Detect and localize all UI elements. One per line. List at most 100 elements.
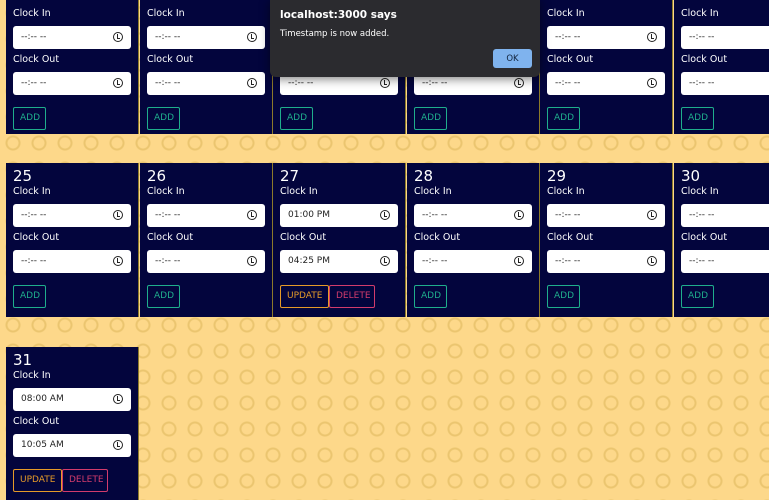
clock-in-input[interactable]: --:-- -- (681, 204, 769, 227)
dialog-ok-button[interactable]: OK (493, 49, 532, 68)
clock-icon[interactable] (113, 440, 123, 450)
clock-in-label: Clock In (280, 186, 318, 197)
add-button[interactable]: ADD (547, 285, 580, 308)
clock-icon[interactable] (647, 210, 657, 220)
clock-in-value: --:-- -- (155, 32, 181, 42)
add-button[interactable]: ADD (681, 107, 714, 130)
clock-in-label: Clock In (547, 186, 585, 197)
add-button[interactable]: ADD (547, 107, 580, 130)
delete-button[interactable]: DELETE (62, 469, 108, 492)
card-actions: ADD (547, 107, 665, 130)
clock-icon[interactable] (380, 78, 390, 88)
add-button[interactable]: ADD (414, 285, 447, 308)
update-button[interactable]: UPDATE (280, 285, 329, 308)
clock-in-input[interactable]: 08:00 AM (13, 388, 131, 411)
clock-in-value: 08:00 AM (21, 394, 64, 404)
clock-out-label: Clock Out (681, 232, 728, 243)
clock-out-input[interactable]: --:-- -- (414, 250, 532, 273)
clock-icon[interactable] (113, 210, 123, 220)
add-button[interactable]: ADD (147, 285, 180, 308)
day-number: 30 (681, 167, 701, 185)
clock-icon[interactable] (380, 256, 390, 266)
dialog-title: localhost:3000 says (280, 9, 397, 21)
clock-in-input[interactable]: 01:00 PM (280, 204, 398, 227)
add-button[interactable]: ADD (681, 285, 714, 308)
day-card: 29 Clock In --:-- -- Clock Out --:-- -- ADD (540, 163, 673, 317)
clock-in-value: 01:00 PM (288, 210, 330, 220)
clock-out-input[interactable]: 04:25 PM (280, 250, 398, 273)
day-number: 27 (280, 167, 300, 185)
add-button[interactable]: ADD (13, 107, 46, 130)
update-button[interactable]: UPDATE (13, 469, 62, 492)
clock-out-value: --:-- -- (155, 256, 181, 266)
clock-out-value: --:-- -- (422, 78, 448, 88)
clock-out-label: Clock Out (547, 54, 594, 65)
clock-out-input[interactable]: 10:05 AM (13, 434, 131, 457)
clock-out-input[interactable]: --:-- -- (547, 72, 665, 95)
day-card: 28 Clock In --:-- -- Clock Out --:-- -- ADD (407, 163, 540, 317)
clock-out-input[interactable]: --:-- -- (147, 250, 265, 273)
clock-in-value: --:-- -- (21, 210, 47, 220)
card-actions: ADD (147, 285, 265, 308)
clock-icon[interactable] (113, 394, 123, 404)
clock-in-label: Clock In (13, 8, 51, 19)
day-number (547, 0, 665, 8)
day-card: 31 Clock In 08:00 AM Clock Out 10:05 AM UPDAT… (6, 347, 139, 500)
clock-out-input[interactable]: --:-- -- (147, 72, 265, 95)
add-button[interactable]: ADD (13, 285, 46, 308)
clock-in-value: --:-- -- (422, 210, 448, 220)
clock-out-input[interactable]: --:-- -- (547, 250, 665, 273)
clock-out-label: Clock Out (547, 232, 594, 243)
day-number (147, 0, 265, 8)
clock-icon[interactable] (514, 78, 524, 88)
day-card: 27 Clock In 01:00 PM Clock Out 04:25 PM UPDAT… (273, 163, 406, 317)
clock-out-label: Clock Out (414, 232, 461, 243)
clock-in-input[interactable]: --:-- -- (547, 204, 665, 227)
clock-icon[interactable] (247, 256, 257, 266)
add-button[interactable]: ADD (280, 107, 313, 130)
clock-in-input[interactable]: --:-- -- (13, 26, 131, 49)
clock-in-label: Clock In (547, 8, 585, 19)
clock-in-input[interactable]: --:-- -- (681, 26, 769, 49)
clock-icon[interactable] (647, 78, 657, 88)
clock-in-input[interactable]: --:-- -- (147, 26, 265, 49)
clock-icon[interactable] (113, 32, 123, 42)
clock-in-label: Clock In (414, 186, 452, 197)
clock-out-input[interactable]: --:-- -- (681, 72, 769, 95)
clock-icon[interactable] (247, 78, 257, 88)
clock-in-input[interactable]: --:-- -- (147, 204, 265, 227)
clock-out-value: --:-- -- (422, 256, 448, 266)
delete-button[interactable]: DELETE (329, 285, 375, 308)
clock-out-value: --:-- -- (288, 78, 314, 88)
clock-icon[interactable] (247, 210, 257, 220)
add-button[interactable]: ADD (414, 107, 447, 130)
clock-icon[interactable] (113, 256, 123, 266)
clock-icon[interactable] (514, 210, 524, 220)
clock-out-input[interactable]: --:-- -- (13, 250, 131, 273)
dialog-message: Timestamp is now added. (280, 29, 390, 39)
clock-icon[interactable] (247, 32, 257, 42)
clock-icon[interactable] (514, 256, 524, 266)
clock-in-input[interactable]: --:-- -- (547, 26, 665, 49)
add-button[interactable]: ADD (147, 107, 180, 130)
clock-icon[interactable] (647, 32, 657, 42)
clock-icon[interactable] (647, 256, 657, 266)
clock-out-input[interactable]: --:-- -- (13, 72, 131, 95)
day-card: Clock In --:-- -- Clock Out --:-- -- ADD (140, 0, 273, 134)
day-number: 25 (13, 167, 33, 185)
clock-out-input[interactable]: --:-- -- (681, 250, 769, 273)
clock-in-input[interactable]: --:-- -- (414, 204, 532, 227)
clock-icon[interactable] (380, 210, 390, 220)
clock-out-value: --:-- -- (689, 78, 715, 88)
alert-dialog: localhost:3000 says Timestamp is now add… (270, 0, 540, 77)
clock-icon[interactable] (113, 78, 123, 88)
clock-in-value: --:-- -- (555, 32, 581, 42)
clock-in-input[interactable]: --:-- -- (13, 204, 131, 227)
clock-in-label: Clock In (147, 186, 185, 197)
day-number: 31 (13, 351, 33, 369)
clock-out-label: Clock Out (280, 232, 327, 243)
day-number: 29 (547, 167, 567, 185)
card-actions: ADD (414, 285, 532, 308)
clock-out-value: 10:05 AM (21, 440, 64, 450)
clock-out-value: --:-- -- (21, 78, 47, 88)
